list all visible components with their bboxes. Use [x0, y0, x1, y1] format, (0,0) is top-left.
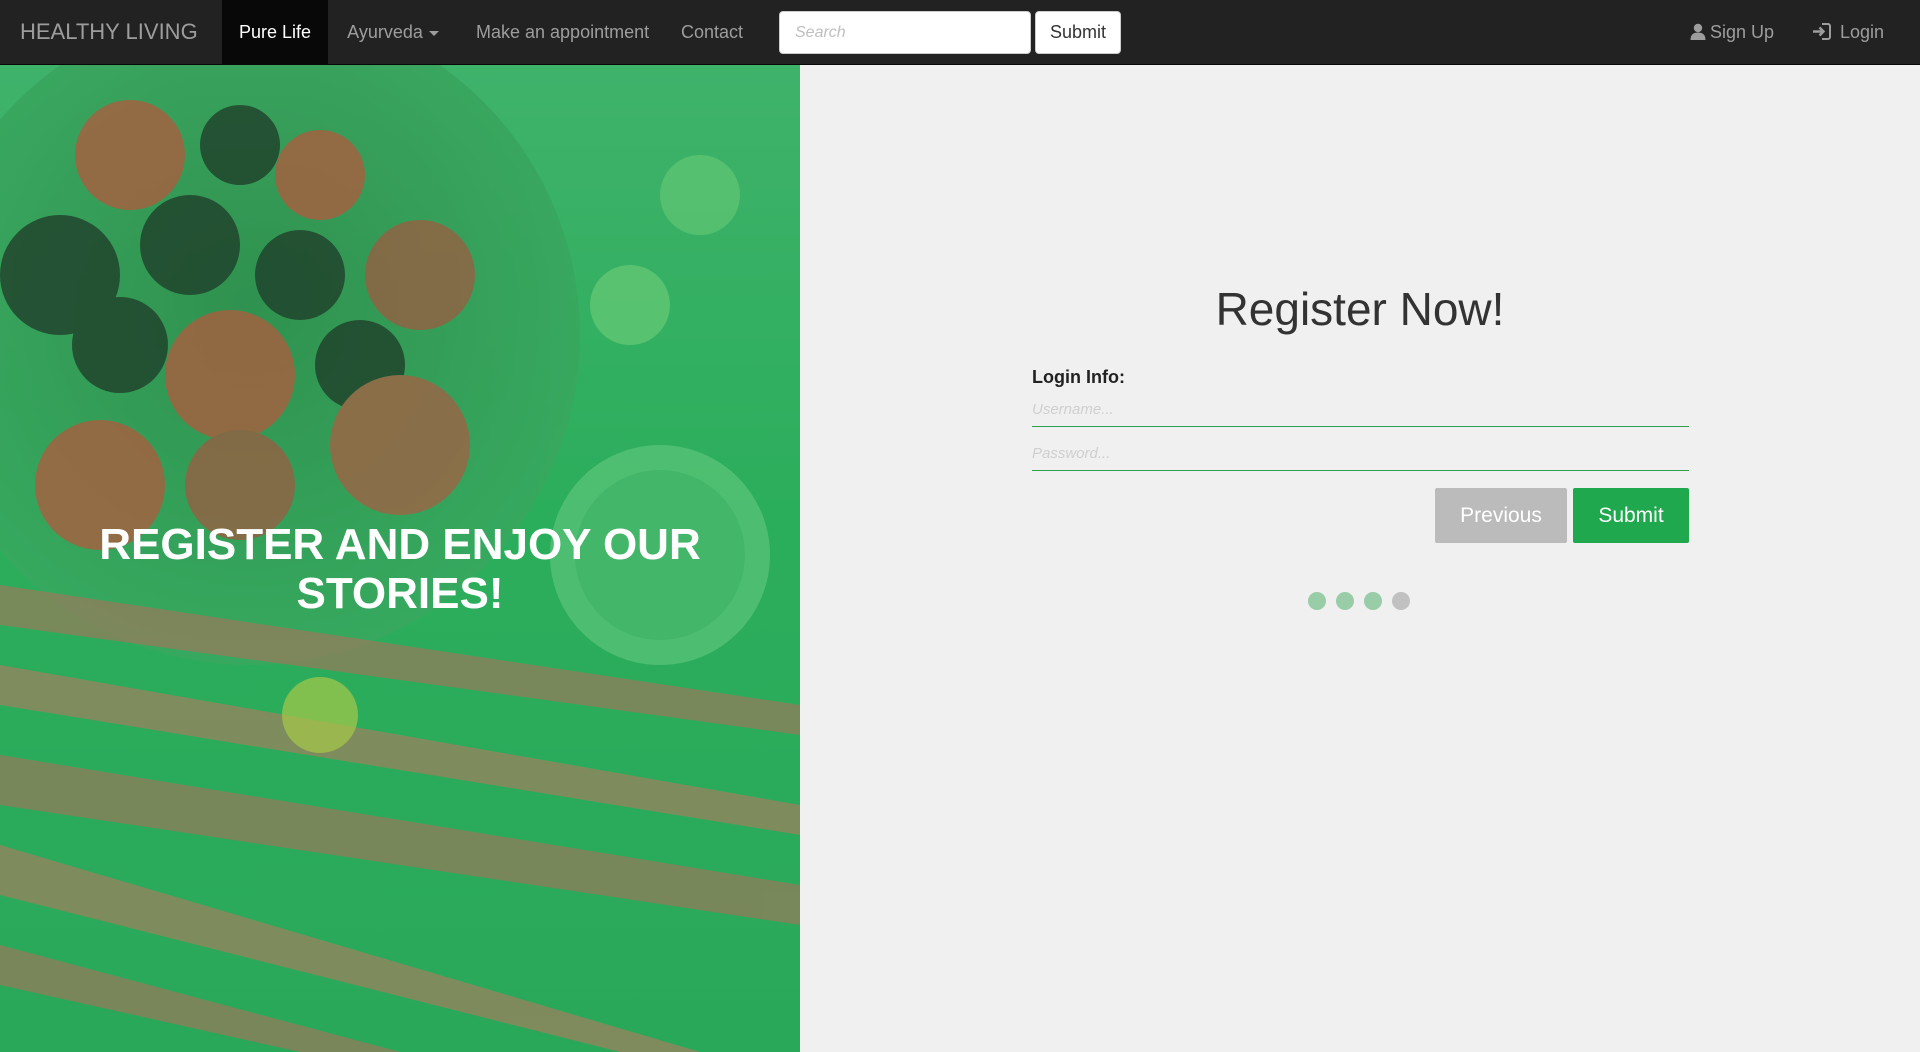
top-navbar: HEALTHY LIVING Pure Life Ayurveda Make a…: [0, 0, 1920, 65]
search-submit-button[interactable]: Submit: [1035, 11, 1121, 54]
nav-item-appointment[interactable]: Make an appointment: [476, 0, 649, 64]
brand-logo[interactable]: HEALTHY LIVING: [20, 0, 198, 64]
step-dot-current: [1392, 592, 1410, 610]
hero-panel: REGISTER AND ENJOY OUR STORIES!: [0, 65, 800, 1052]
sign-up-link[interactable]: Sign Up: [1690, 0, 1774, 64]
login-label: Login: [1840, 22, 1885, 42]
nav-item-pure-life[interactable]: Pure Life: [222, 0, 328, 64]
hero-title: REGISTER AND ENJOY OUR STORIES!: [99, 520, 701, 618]
nav-item-contact[interactable]: Contact: [681, 0, 743, 64]
step-dot: [1336, 592, 1354, 610]
chevron-down-icon: [428, 30, 439, 36]
nav-item-ayurveda[interactable]: Ayurveda: [347, 0, 439, 64]
username-field[interactable]: [1032, 393, 1689, 427]
sign-up-label: Sign Up: [1710, 22, 1775, 42]
step-dot: [1364, 592, 1382, 610]
step-dot: [1308, 592, 1326, 610]
user-icon: [1690, 23, 1706, 40]
password-field[interactable]: [1032, 437, 1689, 471]
submit-button[interactable]: Submit: [1573, 488, 1689, 543]
search-input[interactable]: [779, 11, 1031, 54]
step-indicator: [1308, 592, 1420, 610]
login-link[interactable]: Login: [1812, 0, 1884, 64]
previous-button[interactable]: Previous: [1435, 488, 1567, 543]
sign-in-icon: [1813, 23, 1831, 40]
login-info-label: Login Info:: [1032, 367, 1125, 387]
nav-item-label: Ayurveda: [347, 22, 423, 42]
form-title: Register Now!: [1215, 283, 1505, 335]
